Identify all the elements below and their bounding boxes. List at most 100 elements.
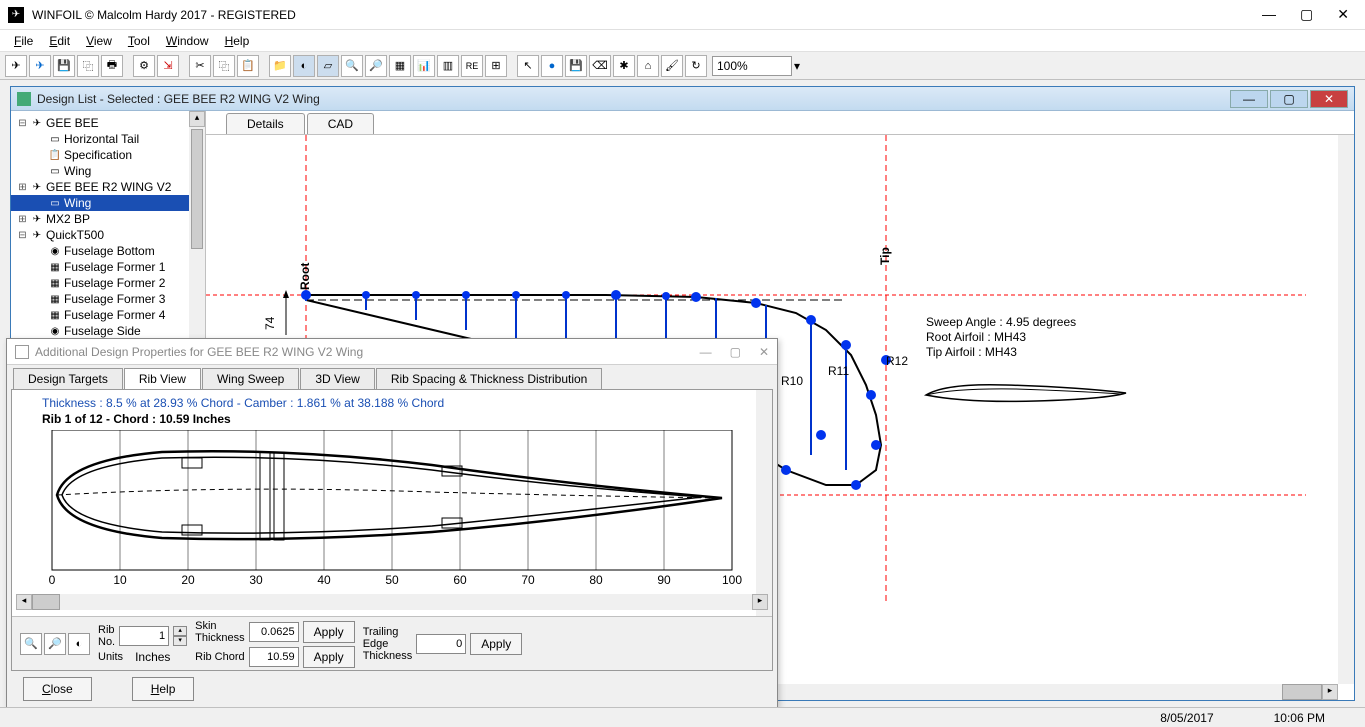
tool-save-icon[interactable]: 💾 — [53, 55, 75, 77]
tool-point-icon[interactable]: ● — [541, 55, 563, 77]
tree-item[interactable]: ▭Wing — [11, 163, 205, 179]
zoom-dropdown-icon[interactable]: ▾ — [794, 59, 800, 73]
axis-tick-label: 90 — [657, 573, 671, 587]
tree-item[interactable]: ▭Horizontal Tail — [11, 131, 205, 147]
tool-dim-icon[interactable]: ⊞ — [485, 55, 507, 77]
units-value: Inches — [135, 650, 170, 664]
rib-chord-input[interactable] — [249, 647, 299, 667]
tree-item[interactable]: ◉Fuselage Side — [11, 323, 205, 339]
tool-grid-icon[interactable]: ▦ — [389, 55, 411, 77]
tool-plane-icon[interactable]: ✈ — [29, 55, 51, 77]
design-maximize-button[interactable]: ▢ — [1270, 90, 1308, 108]
tool-airfoil-icon[interactable]: ◐ — [293, 55, 315, 77]
tool-zoom-icon[interactable]: 🔎 — [365, 55, 387, 77]
rib-spin-up-icon[interactable]: ▴ — [173, 626, 187, 636]
tree-item[interactable]: ▦Fuselage Former 4 — [11, 307, 205, 323]
props-tab[interactable]: Rib Spacing & Thickness Distribution — [376, 368, 603, 389]
rib-no-input[interactable] — [119, 626, 169, 646]
close-button[interactable]: ✕ — [1337, 6, 1349, 23]
cad-scrollbar-v[interactable] — [1338, 135, 1354, 684]
design-close-button[interactable]: ✕ — [1310, 90, 1348, 108]
zoom-combo[interactable] — [712, 56, 792, 76]
trailing-apply-button[interactable]: Apply — [470, 633, 522, 655]
chord-apply-button[interactable]: Apply — [303, 646, 355, 668]
skin-thickness-input[interactable] — [249, 622, 299, 642]
tool-chart-icon[interactable]: 📊 — [413, 55, 435, 77]
tree-item[interactable]: ▦Fuselage Former 2 — [11, 275, 205, 291]
tool-folder-icon[interactable]: 📁 — [269, 55, 291, 77]
tool-paste-icon[interactable]: 📋 — [237, 55, 259, 77]
rib-subheader: Rib 1 of 12 - Chord : 10.59 Inches — [12, 412, 772, 430]
tool-wing-icon[interactable]: ▱ — [317, 55, 339, 77]
tree-item[interactable]: ⊞✈GEE BEE R2 WING V2 — [11, 179, 205, 195]
tree-item[interactable]: ▦Fuselage Former 3 — [11, 291, 205, 307]
tool-new-icon[interactable]: ✈ — [5, 55, 27, 77]
tab-cad[interactable]: CAD — [307, 113, 374, 134]
trailing-edge-input[interactable] — [416, 634, 466, 654]
tool-exit-icon[interactable]: ⇲ — [157, 55, 179, 77]
props-tab[interactable]: Rib View — [124, 368, 201, 389]
tree-item[interactable]: 📋Specification — [11, 147, 205, 163]
fit-icon[interactable]: ◐ — [68, 633, 90, 655]
axis-tick-label: 70 — [521, 573, 535, 587]
menu-edit[interactable]: Edit — [43, 32, 76, 50]
skin-thickness-label: Skin Thickness — [195, 620, 245, 644]
tree-item[interactable]: ▦Fuselage Former 1 — [11, 259, 205, 275]
tool-pointer-icon[interactable]: ↖ — [517, 55, 539, 77]
menubar: File Edit View Tool Window Help — [0, 30, 1365, 52]
minimize-button[interactable]: — — [1262, 6, 1276, 23]
tool-bars-icon[interactable]: ▥ — [437, 55, 459, 77]
tree-item[interactable]: ⊟✈QuickT500 — [11, 227, 205, 243]
rib-label-r10: R10 — [781, 374, 803, 388]
props-maximize-button[interactable]: ▢ — [730, 345, 741, 359]
tool-save2-icon[interactable]: 💾 — [565, 55, 587, 77]
design-titlebar[interactable]: Design List - Selected : GEE BEE R2 WING… — [11, 87, 1354, 111]
props-tab[interactable]: Wing Sweep — [202, 368, 299, 389]
design-window-title: Design List - Selected : GEE BEE R2 WING… — [37, 92, 1230, 106]
root-label: Root — [298, 263, 312, 290]
tool-print-icon[interactable]: 🖶 — [101, 55, 123, 77]
tool-home-icon[interactable]: ⌂ — [637, 55, 659, 77]
scroll-up-icon[interactable]: ▴ — [189, 111, 205, 127]
tool-gear-icon[interactable]: ✱ — [613, 55, 635, 77]
axis-tick-label: 0 — [49, 573, 56, 587]
props-help-btn[interactable]: Help — [132, 677, 195, 701]
tree-item[interactable]: ▭Wing — [11, 195, 205, 211]
menu-help[interactable]: Help — [219, 32, 256, 50]
rib-spin-down-icon[interactable]: ▾ — [173, 636, 187, 646]
zoom-in-icon[interactable]: 🔍 — [20, 633, 42, 655]
scroll-thumb[interactable] — [191, 129, 203, 249]
menu-tool[interactable]: Tool — [122, 32, 156, 50]
menu-file[interactable]: File — [8, 32, 39, 50]
tab-details[interactable]: Details — [226, 113, 305, 134]
tool-search-icon[interactable]: 🔍 — [341, 55, 363, 77]
design-minimize-button[interactable]: — — [1230, 90, 1268, 108]
tool-copy-icon[interactable]: ⿻ — [77, 55, 99, 77]
skin-apply-button[interactable]: Apply — [303, 621, 355, 643]
axis-tick-label: 50 — [385, 573, 399, 587]
menu-view[interactable]: View — [80, 32, 118, 50]
tree-item[interactable]: ⊟✈GEE BEE — [11, 115, 205, 131]
tool-cut-icon[interactable]: ✂ — [189, 55, 211, 77]
tool-settings-icon[interactable]: ⚙ — [133, 55, 155, 77]
rib-chart: 0102030405060708090100 — [32, 430, 752, 588]
menu-window[interactable]: Window — [160, 32, 215, 50]
tool-re-icon[interactable]: RE — [461, 55, 483, 77]
props-tab[interactable]: 3D View — [300, 368, 374, 389]
props-minimize-button[interactable]: — — [700, 345, 712, 359]
props-tab[interactable]: Design Targets — [13, 368, 123, 389]
tool-delete-icon[interactable]: ⌫ — [589, 55, 611, 77]
props-close-btn[interactable]: Close — [23, 677, 92, 701]
tree-item[interactable]: ◉Fuselage Bottom — [11, 243, 205, 259]
props-titlebar[interactable]: Additional Design Properties for GEE BEE… — [7, 339, 777, 365]
tool-paint-icon[interactable]: 🖌 — [661, 55, 683, 77]
tool-refresh-icon[interactable]: ↻ — [685, 55, 707, 77]
tool-copy2-icon[interactable]: ⿻ — [213, 55, 235, 77]
zoom-out-icon[interactable]: 🔎 — [44, 633, 66, 655]
axis-tick-label: 10 — [113, 573, 127, 587]
maximize-button[interactable]: ▢ — [1300, 6, 1313, 23]
rib-scrollbar-h[interactable]: ◂▸ — [16, 594, 768, 610]
props-close-button[interactable]: ✕ — [759, 345, 769, 359]
axis-tick-label: 80 — [589, 573, 603, 587]
tree-item[interactable]: ⊞✈MX2 BP — [11, 211, 205, 227]
